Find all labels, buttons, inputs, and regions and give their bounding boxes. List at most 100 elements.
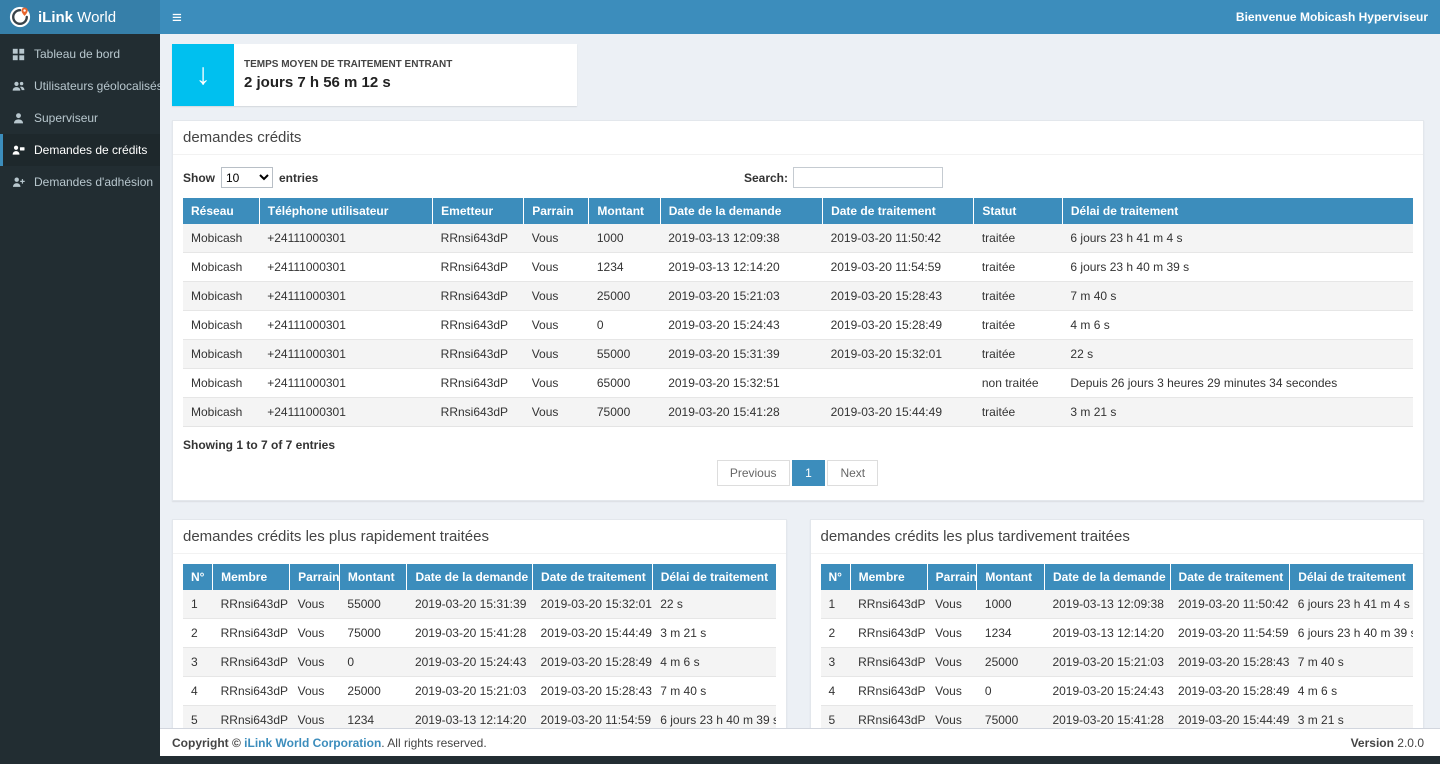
column-header[interactable]: Date de traitement	[1170, 564, 1290, 590]
table-cell: 2019-03-20 15:31:39	[407, 590, 533, 619]
table-cell: RRnsi643dP	[213, 648, 290, 677]
table-cell: 25000	[589, 282, 660, 311]
sidebar-item-demandes-de-credits[interactable]: Demandes de crédits	[0, 134, 160, 166]
brand[interactable]: iLink World	[0, 0, 160, 34]
pagination-next-button[interactable]: Next	[827, 460, 878, 486]
table-cell: 2019-03-20 15:24:43	[407, 648, 533, 677]
column-header[interactable]: Montant	[977, 564, 1045, 590]
column-header[interactable]: Téléphone utilisateur	[259, 198, 432, 224]
sidebar-item-utilisateurs-geolocalises[interactable]: Utilisateurs géolocalisés	[0, 70, 160, 102]
app-window: iLink World Tableau de bord Utilisateurs…	[0, 0, 1440, 764]
table-cell: 2019-03-20 15:32:01	[823, 340, 974, 369]
table-cell: Mobicash	[183, 369, 259, 398]
table-cell: +24111000301	[259, 340, 432, 369]
table-cell: 4 m 6 s	[652, 648, 775, 677]
sidebar-item-demandes-adhesion[interactable]: Demandes d'adhésion	[0, 166, 160, 198]
column-header[interactable]: Parrain	[927, 564, 977, 590]
table-cell: traitée	[974, 340, 1063, 369]
column-header[interactable]: Date de la demande	[1044, 564, 1170, 590]
column-header[interactable]: Emetteur	[433, 198, 524, 224]
table-cell: 25000	[339, 677, 407, 706]
table-cell: 2019-03-20 15:28:43	[533, 677, 653, 706]
pagination-page-1-button[interactable]: 1	[792, 460, 825, 486]
table-cell: 4 m 6 s	[1062, 311, 1413, 340]
column-header[interactable]: Parrain	[524, 198, 589, 224]
table-cell: 22 s	[1062, 340, 1413, 369]
table-cell: 2019-03-13 12:14:20	[1044, 619, 1170, 648]
table-cell: 7 m 40 s	[652, 677, 775, 706]
column-header[interactable]: Délai de traitement	[1062, 198, 1413, 224]
table-cell: Mobicash	[183, 282, 259, 311]
table-cell: RRnsi643dP	[213, 677, 290, 706]
search-label: Search:	[744, 171, 788, 185]
table-cell: 2019-03-20 15:21:03	[660, 282, 822, 311]
column-header[interactable]: Date de traitement	[823, 198, 974, 224]
table-cell: Vous	[927, 706, 977, 729]
table-cell: 2019-03-20 15:44:49	[823, 398, 974, 427]
table-cell: 1	[183, 590, 213, 619]
column-header[interactable]: Date de la demande	[407, 564, 533, 590]
column-header[interactable]: Date de traitement	[533, 564, 653, 590]
column-header[interactable]: Parrain	[290, 564, 340, 590]
fastest-credits-panel: demandes crédits les plus rapidement tra…	[172, 519, 787, 728]
pagination-previous-button[interactable]: Previous	[717, 460, 790, 486]
table-row: 5RRnsi643dPVous750002019-03-20 15:41:282…	[821, 706, 1414, 729]
column-header[interactable]: Montant	[589, 198, 660, 224]
column-header[interactable]: Membre	[213, 564, 290, 590]
table-row: 2RRnsi643dPVous12342019-03-13 12:14:2020…	[821, 619, 1414, 648]
sidebar-toggle-icon[interactable]: ≡	[172, 9, 182, 26]
table-cell: 55000	[339, 590, 407, 619]
info-box-label: TEMPS MOYEN DE TRAITEMENT ENTRANT	[244, 59, 452, 70]
table-cell: 2019-03-13 12:09:38	[1044, 590, 1170, 619]
column-header[interactable]: N°	[183, 564, 213, 590]
slowest-panel-header: demandes crédits les plus tardivement tr…	[811, 520, 1424, 554]
page-length-select[interactable]: 10	[221, 167, 273, 188]
table-cell: 2	[183, 619, 213, 648]
table-cell: 2019-03-20 15:28:49	[1170, 677, 1290, 706]
column-header[interactable]: Membre	[850, 564, 927, 590]
credits-panel: demandes crédits Show 10 entries Search:	[172, 120, 1424, 501]
table-cell: 6 jours 23 h 40 m 39 s	[652, 706, 775, 729]
table-cell: RRnsi643dP	[850, 619, 927, 648]
table-cell: +24111000301	[259, 398, 432, 427]
table-cell: RRnsi643dP	[213, 590, 290, 619]
table-row: Mobicash+24111000301RRnsi643dPVous100020…	[183, 224, 1413, 253]
table-cell: +24111000301	[259, 253, 432, 282]
table-cell: Vous	[927, 590, 977, 619]
table-row: Mobicash+24111000301RRnsi643dPVous650002…	[183, 369, 1413, 398]
table-cell: RRnsi643dP	[433, 311, 524, 340]
company-link[interactable]: iLink World Corporation	[244, 736, 381, 750]
column-header[interactable]: N°	[821, 564, 851, 590]
column-header[interactable]: Délai de traitement	[652, 564, 775, 590]
table-cell: Vous	[524, 369, 589, 398]
sidebar-item-tableau-de-bord[interactable]: Tableau de bord	[0, 38, 160, 70]
table-row: Mobicash+24111000301RRnsi643dPVous750002…	[183, 398, 1413, 427]
table-cell: 75000	[339, 619, 407, 648]
table-cell: 2019-03-20 15:28:43	[823, 282, 974, 311]
table-cell: 1000	[589, 224, 660, 253]
search-input[interactable]	[793, 167, 943, 188]
table-cell: traitée	[974, 311, 1063, 340]
table-cell: 25000	[977, 648, 1045, 677]
table-cell: 3 m 21 s	[1290, 706, 1413, 729]
table-cell: 4	[821, 677, 851, 706]
table-cell: Mobicash	[183, 311, 259, 340]
search-control: Search:	[744, 167, 943, 188]
table-cell: Vous	[290, 648, 340, 677]
table-cell: 55000	[589, 340, 660, 369]
sidebar-item-label: Superviseur	[34, 111, 98, 125]
table-cell: 2019-03-20 15:41:28	[660, 398, 822, 427]
table-cell: 6 jours 23 h 40 m 39 s	[1062, 253, 1413, 282]
panel-title: demandes crédits les plus rapidement tra…	[183, 528, 776, 545]
column-header[interactable]: Délai de traitement	[1290, 564, 1413, 590]
column-header[interactable]: Réseau	[183, 198, 259, 224]
table-cell: Vous	[524, 224, 589, 253]
column-header[interactable]: Statut	[974, 198, 1063, 224]
table-cell: 3	[821, 648, 851, 677]
sidebar-item-superviseur[interactable]: Superviseur	[0, 102, 160, 134]
column-header[interactable]: Montant	[339, 564, 407, 590]
table-cell: Mobicash	[183, 398, 259, 427]
table-cell: +24111000301	[259, 282, 432, 311]
table-cell: 2019-03-20 15:31:39	[660, 340, 822, 369]
column-header[interactable]: Date de la demande	[660, 198, 822, 224]
